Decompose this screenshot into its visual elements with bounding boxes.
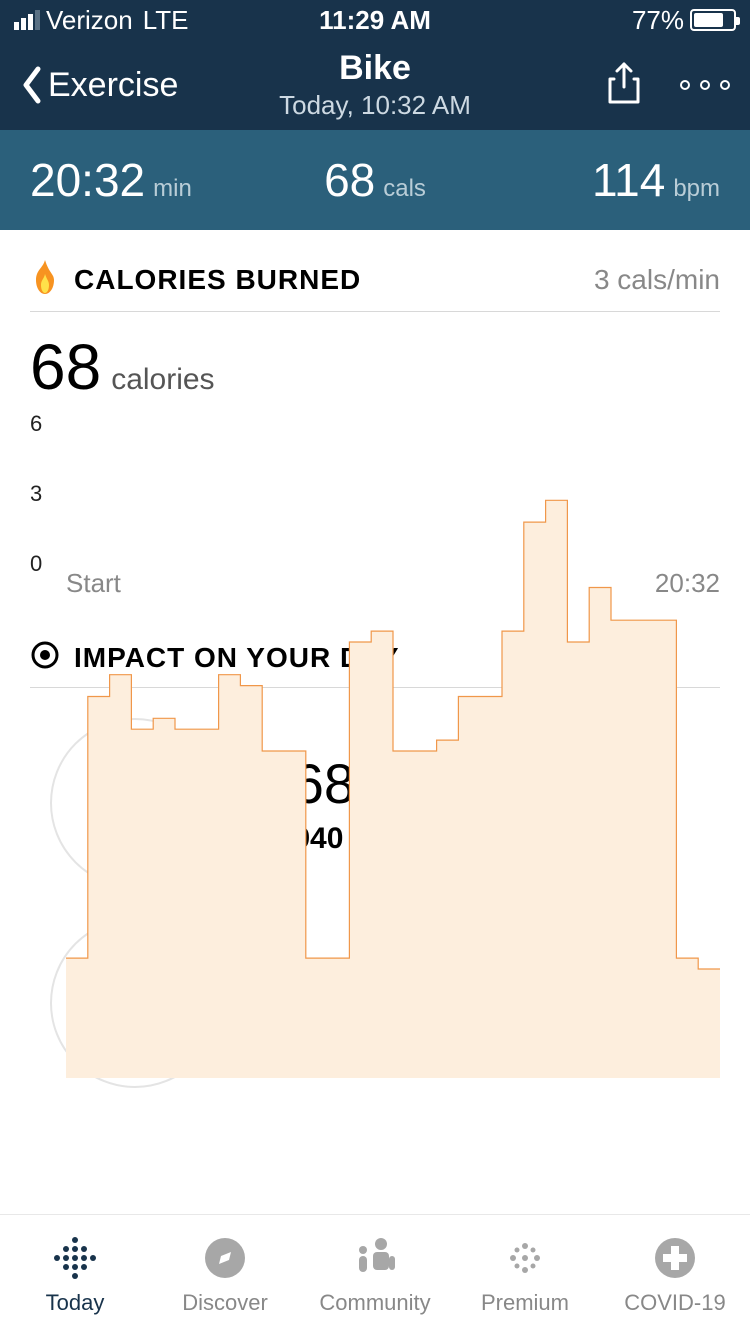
x-end-label: 20:32 [655, 568, 720, 594]
share-button[interactable] [604, 61, 644, 110]
calories-unit: cals [383, 175, 426, 203]
calories-total-unit: calories [111, 363, 214, 397]
today-icon [51, 1234, 99, 1282]
tab-premium-label: Premium [481, 1290, 569, 1316]
battery-percent: 77% [632, 5, 684, 36]
battery-icon [690, 9, 736, 31]
bpm-unit: bpm [673, 175, 720, 203]
bottom-nav: Today Discover Community Premium COVID-1… [0, 1214, 750, 1334]
calories-section: CALORIES BURNED 3 cals/min 68 calories 6… [0, 230, 750, 594]
stat-bpm: 114 bpm [490, 153, 720, 207]
y-tick: 0 [30, 551, 42, 577]
chevron-left-icon [20, 65, 44, 105]
calories-title: CALORIES BURNED [74, 264, 594, 296]
page-title: Bike [257, 49, 494, 88]
chart-svg [66, 424, 720, 1078]
calories-chart: 6 3 0 Start 20:32 [30, 424, 720, 594]
stat-calories: 68 cals [260, 153, 490, 207]
stats-bar: 20:32 min 68 cals 114 bpm [0, 130, 750, 230]
share-icon [604, 61, 644, 105]
tab-discover-label: Discover [182, 1290, 268, 1316]
nav-bar: Exercise Bike Today, 10:32 AM [0, 40, 750, 130]
target-icon [30, 640, 60, 675]
duration-unit: min [153, 175, 192, 203]
calories-total-value: 68 [30, 330, 101, 404]
status-bar: Verizon LTE 11:29 AM 77% [0, 0, 750, 40]
calories-rate: 3 cals/min [594, 264, 720, 296]
tab-today-label: Today [46, 1290, 105, 1316]
tab-discover[interactable]: Discover [150, 1215, 300, 1334]
premium-icon [501, 1234, 549, 1282]
more-button[interactable] [680, 80, 730, 90]
fire-icon [30, 260, 60, 299]
tab-covid-label: COVID-19 [624, 1290, 725, 1316]
people-icon [351, 1234, 399, 1282]
y-tick: 3 [30, 481, 42, 507]
back-button[interactable]: Exercise [20, 65, 257, 105]
tab-community[interactable]: Community [300, 1215, 450, 1334]
back-label: Exercise [48, 66, 178, 105]
tab-community-label: Community [319, 1290, 430, 1316]
y-tick: 6 [30, 411, 42, 437]
carrier-label: Verizon [46, 5, 133, 36]
tab-covid[interactable]: COVID-19 [600, 1215, 750, 1334]
tab-premium[interactable]: Premium [450, 1215, 600, 1334]
compass-icon [201, 1234, 249, 1282]
plus-circle-icon [651, 1234, 699, 1282]
calories-value: 68 [324, 153, 375, 207]
signal-icon [14, 10, 40, 30]
bpm-value: 114 [592, 153, 665, 207]
page-subtitle: Today, 10:32 AM [257, 90, 494, 121]
clock-label: 11:29 AM [255, 5, 496, 36]
network-label: LTE [143, 5, 189, 36]
stat-duration: 20:32 min [30, 153, 260, 207]
tab-today[interactable]: Today [0, 1215, 150, 1334]
x-start-label: Start [66, 568, 121, 594]
duration-value: 20:32 [30, 153, 145, 207]
